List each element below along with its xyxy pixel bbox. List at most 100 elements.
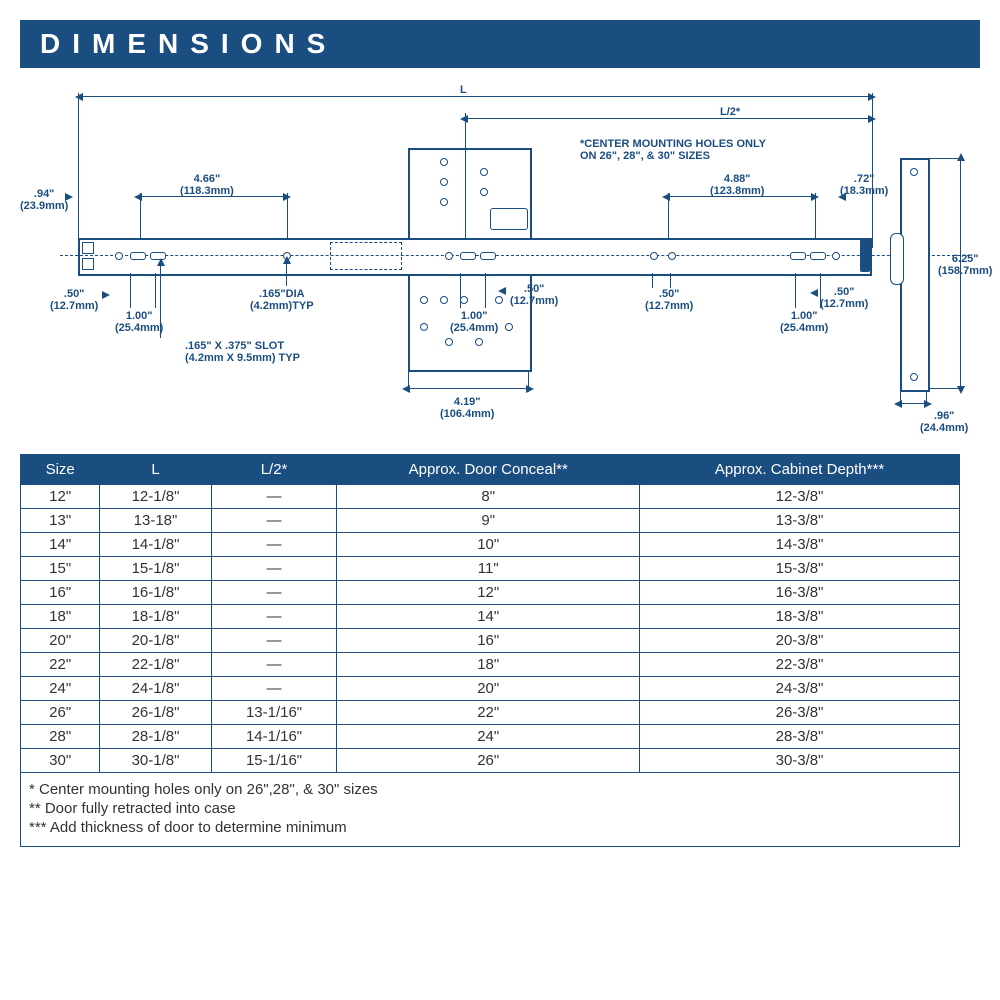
table-cell: 13-3/8" [640, 509, 960, 533]
table-cell: 8" [337, 485, 640, 509]
dimensions-table: SizeLL/2*Approx. Door Conceal**Approx. C… [20, 454, 960, 773]
table-cell: — [211, 509, 337, 533]
table-cell: 13-18" [100, 509, 211, 533]
table-cell: 22-1/8" [100, 653, 211, 677]
table-row: 22"22-1/8"—18"22-3/8" [21, 653, 960, 677]
dim-72: .72" (18.3mm) [840, 173, 888, 197]
dim-466: 4.66" (118.3mm) [180, 173, 234, 197]
table-cell: 30-3/8" [640, 749, 960, 773]
dim-625: 6.25" (158.7mm) [938, 253, 992, 277]
dim-50c: .50" (12.7mm) [645, 288, 693, 312]
table-cell: 15" [21, 557, 100, 581]
footnote-1: * Center mounting holes only on 26",28",… [29, 781, 951, 798]
table-cell: 16" [21, 581, 100, 605]
table-cell: 18-3/8" [640, 605, 960, 629]
dim-L: L [460, 84, 467, 96]
table-cell: 22" [21, 653, 100, 677]
table-cell: 24-3/8" [640, 677, 960, 701]
footnote-3: *** Add thickness of door to determine m… [29, 819, 951, 836]
table-row: 12"12-1/8"—8"12-3/8" [21, 485, 960, 509]
dim-419: 4.19" (106.4mm) [440, 396, 494, 420]
table-cell: 14-3/8" [640, 533, 960, 557]
table-row: 30"30-1/8"15-1/16"26"30-3/8" [21, 749, 960, 773]
table-cell: 11" [337, 557, 640, 581]
section-title: DIMENSIONS [20, 20, 980, 68]
table-cell: 30" [21, 749, 100, 773]
table-cell: — [211, 581, 337, 605]
table-cell: 18" [21, 605, 100, 629]
table-footnotes: * Center mounting holes only on 26",28",… [20, 773, 960, 847]
table-cell: 28" [21, 725, 100, 749]
dim-94: .94" (23.9mm) [20, 188, 68, 212]
note-center-mounting: *CENTER MOUNTING HOLES ONLY ON 26", 28",… [580, 138, 766, 162]
table-cell: 14" [21, 533, 100, 557]
table-cell: 12" [21, 485, 100, 509]
table-cell: — [211, 629, 337, 653]
table-cell: — [211, 677, 337, 701]
table-cell: — [211, 605, 337, 629]
table-cell: — [211, 533, 337, 557]
table-row: 28"28-1/8"14-1/16"24"28-3/8" [21, 725, 960, 749]
table-row: 18"18-1/8"—14"18-3/8" [21, 605, 960, 629]
table-cell: 20-3/8" [640, 629, 960, 653]
table-row: 24"24-1/8"—20"24-3/8" [21, 677, 960, 701]
dimension-diagram: L L/2* *CENTER MOUNTING HOLES ONLY ON 26… [20, 78, 980, 448]
dim-50d: .50" (12.7mm) [820, 286, 868, 310]
table-cell: 26-3/8" [640, 701, 960, 725]
table-cell: 28-3/8" [640, 725, 960, 749]
table-row: 15"15-1/8"—11"15-3/8" [21, 557, 960, 581]
dim-96: .96" (24.4mm) [920, 410, 968, 434]
table-cell: 30-1/8" [100, 749, 211, 773]
table-cell: 15-1/8" [100, 557, 211, 581]
table-cell: 26" [21, 701, 100, 725]
table-row: 13"13-18"—9"13-3/8" [21, 509, 960, 533]
table-header: Approx. Cabinet Depth*** [640, 455, 960, 485]
table-cell: 16-3/8" [640, 581, 960, 605]
table-cell: 26" [337, 749, 640, 773]
table-header: Size [21, 455, 100, 485]
table-cell: 14-1/8" [100, 533, 211, 557]
table-cell: 20-1/8" [100, 629, 211, 653]
table-cell: 20" [337, 677, 640, 701]
table-cell: 26-1/8" [100, 701, 211, 725]
table-cell: 18-1/8" [100, 605, 211, 629]
dim-Lhalf: L/2* [720, 106, 740, 118]
table-cell: 14" [337, 605, 640, 629]
table-cell: 24" [337, 725, 640, 749]
table-cell: 15-3/8" [640, 557, 960, 581]
table-cell: — [211, 653, 337, 677]
dim-50a: .50" (12.7mm) [50, 288, 98, 312]
footnote-2: ** Door fully retracted into case [29, 800, 951, 817]
table-row: 16"16-1/8"—12"16-3/8" [21, 581, 960, 605]
dim-100b: 1.00" (25.4mm) [450, 310, 498, 334]
table-cell: 12-3/8" [640, 485, 960, 509]
table-header: L [100, 455, 211, 485]
table-cell: 20" [21, 629, 100, 653]
table-cell: — [211, 557, 337, 581]
table-cell: 13-1/16" [211, 701, 337, 725]
table-header: L/2* [211, 455, 337, 485]
table-cell: 13" [21, 509, 100, 533]
table-cell: 24" [21, 677, 100, 701]
table-header: Approx. Door Conceal** [337, 455, 640, 485]
table-cell: — [211, 485, 337, 509]
table-cell: 18" [337, 653, 640, 677]
table-cell: 22-3/8" [640, 653, 960, 677]
table-cell: 12-1/8" [100, 485, 211, 509]
dim-165slot: .165" X .375" SLOT (4.2mm X 9.5mm) TYP [185, 340, 300, 364]
table-row: 20"20-1/8"—16"20-3/8" [21, 629, 960, 653]
table-cell: 16" [337, 629, 640, 653]
table-cell: 14-1/16" [211, 725, 337, 749]
table-row: 26"26-1/8"13-1/16"22"26-3/8" [21, 701, 960, 725]
dim-100c: 1.00" (25.4mm) [780, 310, 828, 334]
table-cell: 10" [337, 533, 640, 557]
table-cell: 22" [337, 701, 640, 725]
table-row: 14"14-1/8"—10"14-3/8" [21, 533, 960, 557]
dim-100a: 1.00" (25.4mm) [115, 310, 163, 334]
table-cell: 16-1/8" [100, 581, 211, 605]
table-cell: 15-1/16" [211, 749, 337, 773]
table-cell: 9" [337, 509, 640, 533]
dim-488: 4.88" (123.8mm) [710, 173, 764, 197]
dim-50b: .50" (12.7mm) [510, 283, 558, 307]
table-cell: 28-1/8" [100, 725, 211, 749]
